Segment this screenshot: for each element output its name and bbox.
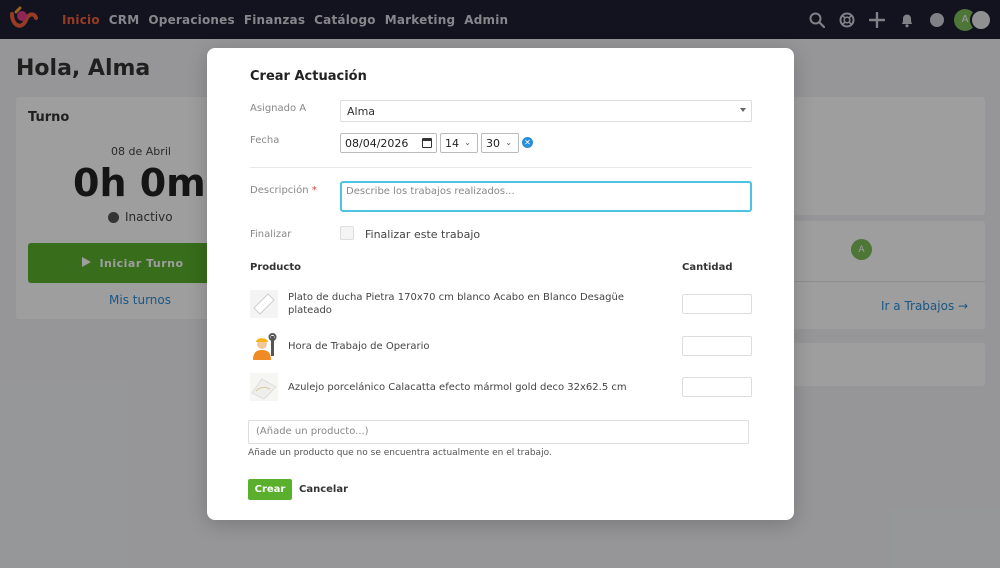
tile-image — [250, 373, 278, 401]
description-label: Descripción * — [250, 185, 317, 196]
add-product-input[interactable]: (Añade un producto...) — [248, 420, 749, 444]
description-textarea[interactable]: Describe los trabajos realizados... — [340, 181, 752, 212]
description-placeholder: Describe los trabajos realizados... — [346, 186, 515, 197]
hour-select[interactable]: 14 ⌄ — [440, 133, 478, 153]
date-input[interactable]: 08/04/2026 — [340, 133, 437, 153]
cancel-button[interactable]: Cancelar — [299, 484, 348, 495]
finalize-checkbox[interactable] — [340, 226, 354, 240]
date-value: 08/04/2026 — [345, 137, 409, 150]
assigned-select[interactable]: Alma — [340, 100, 752, 122]
assigned-value: Alma — [347, 105, 376, 118]
description-label-text: Descripción — [250, 185, 309, 196]
product-row: Azulejo porcelánico Calacatta efecto már… — [250, 373, 752, 403]
create-actuacion-modal: Crear Actuación Asignado A Alma Fecha 08… — [207, 48, 794, 520]
minute-value: 30 — [486, 137, 500, 150]
product-row: Hora de Trabajo de Operario — [250, 332, 752, 362]
chevron-down-icon: ⌄ — [464, 138, 471, 147]
quantity-input[interactable] — [682, 377, 752, 397]
section-divider — [250, 167, 752, 168]
chevron-down-icon: ⌄ — [505, 138, 512, 147]
quantity-input[interactable] — [682, 336, 752, 356]
add-product-placeholder: (Añade un producto...) — [256, 426, 369, 437]
quantity-input[interactable] — [682, 294, 752, 314]
minute-select[interactable]: 30 ⌄ — [481, 133, 519, 153]
product-row: Plato de ducha Pietra 170x70 cm blanco A… — [250, 290, 752, 320]
shower-tray-image — [250, 290, 278, 318]
clear-time-icon[interactable]: ✕ — [522, 137, 533, 148]
date-label: Fecha — [250, 135, 280, 146]
product-name: Plato de ducha Pietra 170x70 cm blanco A… — [288, 292, 624, 316]
worker-icon — [250, 332, 278, 360]
product-name: Hora de Trabajo de Operario — [288, 341, 430, 352]
required-marker: * — [311, 185, 317, 196]
create-button[interactable]: Crear — [248, 479, 292, 500]
caret-down-icon — [740, 108, 746, 112]
modal-title: Crear Actuación — [250, 69, 367, 84]
assigned-label: Asignado A — [250, 103, 307, 114]
product-column-header: Producto — [250, 262, 301, 273]
add-product-help: Añade un producto que no se encuentra ac… — [248, 448, 552, 458]
product-name: Azulejo porcelánico Calacatta efecto már… — [288, 382, 627, 393]
hour-value: 14 — [445, 137, 459, 150]
calendar-icon[interactable] — [422, 138, 432, 148]
finalize-checkbox-label[interactable]: Finalizar este trabajo — [365, 228, 480, 241]
finalize-label: Finalizar — [250, 229, 292, 240]
quantity-column-header: Cantidad — [682, 262, 733, 273]
